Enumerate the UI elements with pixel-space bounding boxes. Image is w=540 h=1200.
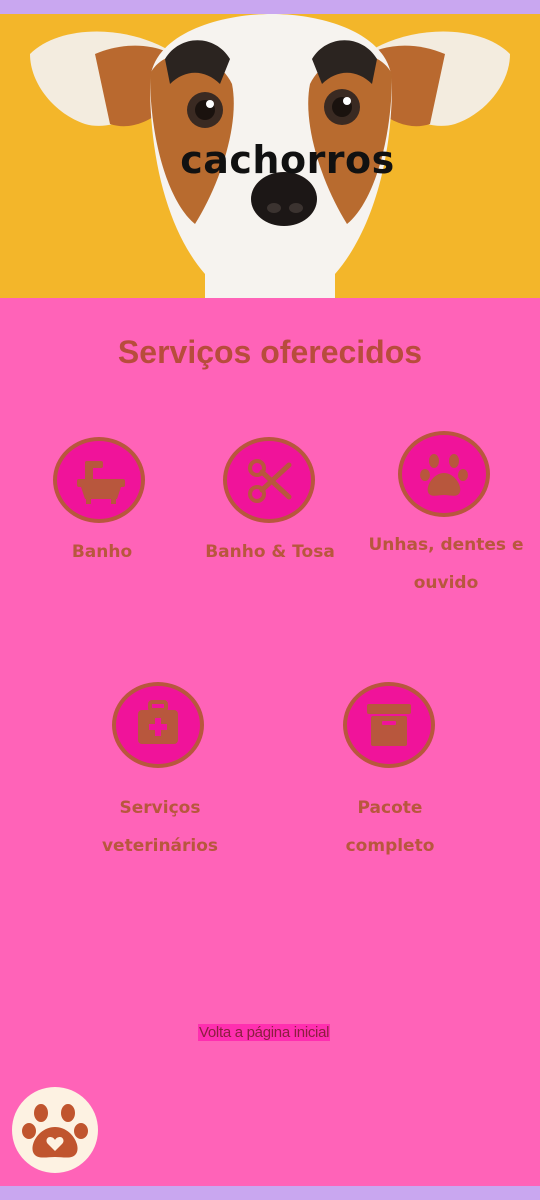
back-to-home-link[interactable]: Volta a página inicial: [198, 1024, 331, 1041]
service-vet-circle[interactable]: [112, 682, 204, 768]
hero-banner: cachorros: [0, 14, 540, 298]
service-label[interactable]: Pacote completo: [330, 789, 450, 865]
section-title: Serviços oferecidos: [117, 334, 423, 370]
paw-logo-button[interactable]: [12, 1087, 98, 1173]
medical-kit-icon: [138, 700, 178, 744]
paw-icon: [420, 454, 468, 496]
top-bar: [0, 0, 540, 14]
bottom-bar: [0, 1186, 540, 1200]
hero-title: cachorros: [180, 138, 395, 182]
scissors-icon: [248, 459, 292, 503]
service-label[interactable]: Serviços veterinários: [90, 789, 230, 865]
archive-box-icon: [367, 704, 411, 746]
service-label[interactable]: Unhas, dentes e ouvido: [366, 526, 526, 602]
service-unhas-circle[interactable]: [398, 431, 490, 517]
paw-heart-icon: [22, 1104, 88, 1158]
service-banho-circle[interactable]: [53, 437, 145, 523]
service-label[interactable]: Banho & Tosa: [200, 533, 340, 571]
bathtub-icon: [77, 461, 125, 504]
service-label[interactable]: Banho: [40, 533, 164, 571]
service-banho-tosa-circle[interactable]: [223, 437, 315, 523]
service-pacote-circle[interactable]: [343, 682, 435, 768]
